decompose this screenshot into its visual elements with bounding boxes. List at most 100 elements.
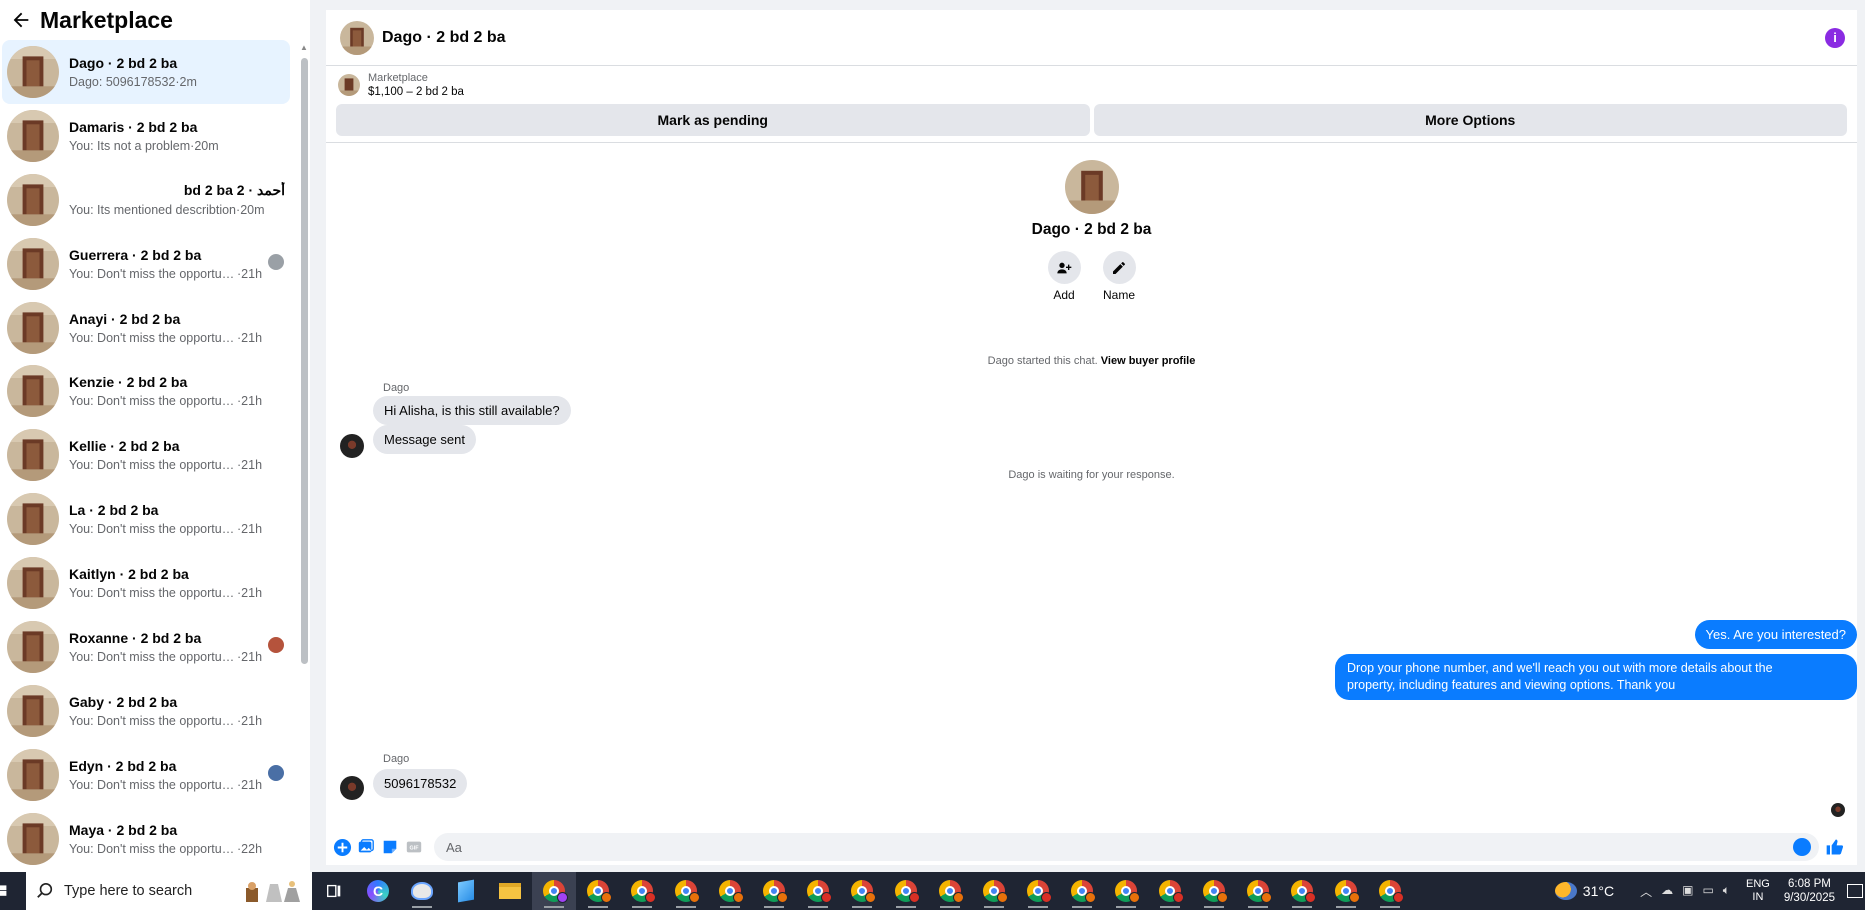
conversation-item[interactable]: Kaitlyn · 2 bd 2 ba You: Don't miss the o… <box>2 551 290 615</box>
add-friend-button[interactable]: Add <box>1047 251 1081 302</box>
message-outgoing[interactable]: Drop your phone number, and we'll reach … <box>1335 654 1857 700</box>
profile-badge <box>645 892 656 903</box>
message-incoming[interactable]: Message sent <box>373 425 476 454</box>
profile-badge <box>953 892 964 903</box>
start-button[interactable] <box>0 872 26 910</box>
conversation-item[interactable]: Kellie · 2 bd 2 ba You: Don't miss the op… <box>2 423 290 487</box>
conversation-item[interactable]: Damaris · 2 bd 2 ba You: Its not a proble… <box>2 104 290 168</box>
nickname-button[interactable]: Name <box>1102 251 1136 302</box>
info-icon[interactable]: i <box>1825 28 1845 48</box>
chrome-window-button[interactable] <box>1016 872 1060 910</box>
chat-title[interactable]: Dago · 2 bd 2 ba <box>382 29 506 47</box>
network-icon[interactable]: ▭ <box>1702 883 1713 900</box>
chrome-window-button[interactable] <box>1060 872 1104 910</box>
notifications-icon[interactable] <box>1847 884 1863 898</box>
notes-app-button[interactable] <box>444 872 488 910</box>
conversation-snippet: You: Don't miss the opportunit... <box>69 777 237 792</box>
onedrive-icon[interactable]: ☁ <box>1661 883 1673 900</box>
plus-icon[interactable] <box>332 837 352 857</box>
sender-avatar[interactable] <box>340 776 364 800</box>
conversation-item[interactable]: Dago · 2 bd 2 ba Dago: 5096178532 · 2m <box>2 40 290 104</box>
chrome-window-button[interactable] <box>752 872 796 910</box>
message-outgoing[interactable]: Yes. Are you interested? <box>1694 620 1857 649</box>
conversation-item[interactable]: Anayi · 2 bd 2 ba You: Don't miss the opp… <box>2 296 290 360</box>
message-composer: GIF Aa <box>326 829 1857 865</box>
emoji-icon[interactable] <box>1793 838 1811 856</box>
conversation-item[interactable]: La · 2 bd 2 ba You: Don't miss the opport… <box>2 487 290 551</box>
chat-header-thumbnail[interactable] <box>340 20 374 55</box>
chrome-window-button[interactable] <box>1104 872 1148 910</box>
chrome-window-button[interactable] <box>972 872 1016 910</box>
conversation-time: 20m <box>194 138 219 153</box>
meet-icon[interactable]: ▣ <box>1682 883 1693 900</box>
gif-icon[interactable]: GIF <box>404 837 424 857</box>
chrome-window-button[interactable] <box>708 872 752 910</box>
language-indicator[interactable]: ENG IN <box>1746 878 1770 904</box>
chrome-window-button[interactable] <box>1192 872 1236 910</box>
conversation-snippet: Dago: 5096178532 <box>69 74 176 89</box>
message-incoming[interactable]: Hi Alisha, is this still available? <box>373 396 571 425</box>
chrome-window-button[interactable] <box>1148 872 1192 910</box>
conversation-item[interactable]: Guerrera · 2 bd 2 ba You: Don't miss the … <box>2 232 290 296</box>
conversation-thumbnail <box>7 237 59 290</box>
sticker-icon[interactable] <box>380 837 400 857</box>
copilot-button[interactable]: C <box>356 872 400 910</box>
thumbs-up-icon[interactable] <box>1825 837 1845 857</box>
chrome-window-button[interactable] <box>884 872 928 910</box>
task-view-button[interactable] <box>312 872 356 910</box>
chrome-window-button[interactable] <box>664 872 708 910</box>
message-input[interactable]: Aa <box>434 833 1819 861</box>
view-buyer-profile-link[interactable]: View buyer profile <box>1101 355 1196 367</box>
mark-pending-button[interactable]: Mark as pending <box>336 104 1090 136</box>
profile-thumbnail[interactable] <box>1064 160 1119 214</box>
profile-badge <box>733 892 744 903</box>
chrome-window-button[interactable] <box>576 872 620 910</box>
conversation-time: 2m <box>179 74 197 89</box>
conversation-time: 21h <box>241 713 263 728</box>
listing-summary[interactable]: Marketplace $1,100 – 2 bd 2 ba <box>326 66 1857 104</box>
chrome-window-button[interactable] <box>1368 872 1412 910</box>
photo-icon[interactable] <box>356 837 376 857</box>
scrollbar-thumb[interactable] <box>301 58 308 664</box>
chrome-window-button[interactable] <box>928 872 972 910</box>
chrome-window-button[interactable] <box>796 872 840 910</box>
back-arrow-icon[interactable] <box>10 9 32 31</box>
conversation-item[interactable]: Edyn · 2 bd 2 ba You: Don't miss the oppo… <box>2 743 290 807</box>
running-indicator <box>588 906 608 908</box>
clock[interactable]: 6:08 PM 9/30/2025 <box>1784 877 1835 905</box>
chrome-window-button[interactable] <box>620 872 664 910</box>
taskbar-search[interactable]: Type here to search <box>26 872 312 910</box>
more-options-button[interactable]: More Options <box>1093 104 1847 136</box>
conversation-time: 21h <box>241 266 263 281</box>
weather-widget[interactable]: 31°C <box>1554 882 1614 900</box>
chevron-up-icon[interactable]: ︿ <box>1640 883 1652 900</box>
sidebar-header: Marketplace <box>0 0 310 40</box>
chrome-window-button[interactable] <box>532 872 576 910</box>
scroll-up-icon[interactable]: ▲ <box>300 43 308 52</box>
chrome-window-button[interactable] <box>840 872 884 910</box>
sidebar-scrollbar[interactable]: ▲ <box>298 40 310 872</box>
chrome-window-button[interactable] <box>1280 872 1324 910</box>
conversation-name: Kenzie · 2 bd 2 ba <box>69 374 188 391</box>
clock-date: 9/30/2025 <box>1783 892 1835 904</box>
conversation-item[interactable]: Roxanne · 2 bd 2 ba You: Don't miss the o… <box>2 615 290 679</box>
message-line: Drop your phone number, and we'll reach … <box>1347 661 1773 675</box>
file-explorer-button[interactable] <box>488 872 532 910</box>
chrome-window-button[interactable] <box>1324 872 1368 910</box>
conversation-name: Kellie · 2 bd 2 ba <box>69 438 180 455</box>
conversation-item[interactable]: Maya · 2 bd 2 ba You: Don't miss the oppo… <box>2 807 290 871</box>
volume-icon[interactable]: 🔈︎ <box>1723 883 1730 900</box>
conversation-item[interactable]: أحمد · 2 bd 2 ba You: Its mentioned descr… <box>2 168 290 232</box>
message-incoming[interactable]: 5096178532 <box>373 769 468 798</box>
conversation-name: Damaris · 2 bd 2 ba <box>69 118 198 135</box>
message-line: property, including features and viewing… <box>1347 678 1676 692</box>
read-avatar-badge <box>268 253 284 270</box>
paint-app-button[interactable] <box>400 872 444 910</box>
conversation-item[interactable]: Gaby · 2 bd 2 ba You: Don't miss the oppo… <box>2 679 290 743</box>
conversation-thumbnail <box>7 301 59 354</box>
sender-avatar[interactable] <box>340 434 364 458</box>
tray-icons: ︿ ☁ ▣ ▭ 🔈︎ <box>1640 883 1730 900</box>
chrome-window-button[interactable] <box>1236 872 1280 910</box>
conversation-time: 20m <box>240 203 265 218</box>
conversation-item[interactable]: Kenzie · 2 bd 2 ba You: Don't miss the op… <box>2 359 290 423</box>
